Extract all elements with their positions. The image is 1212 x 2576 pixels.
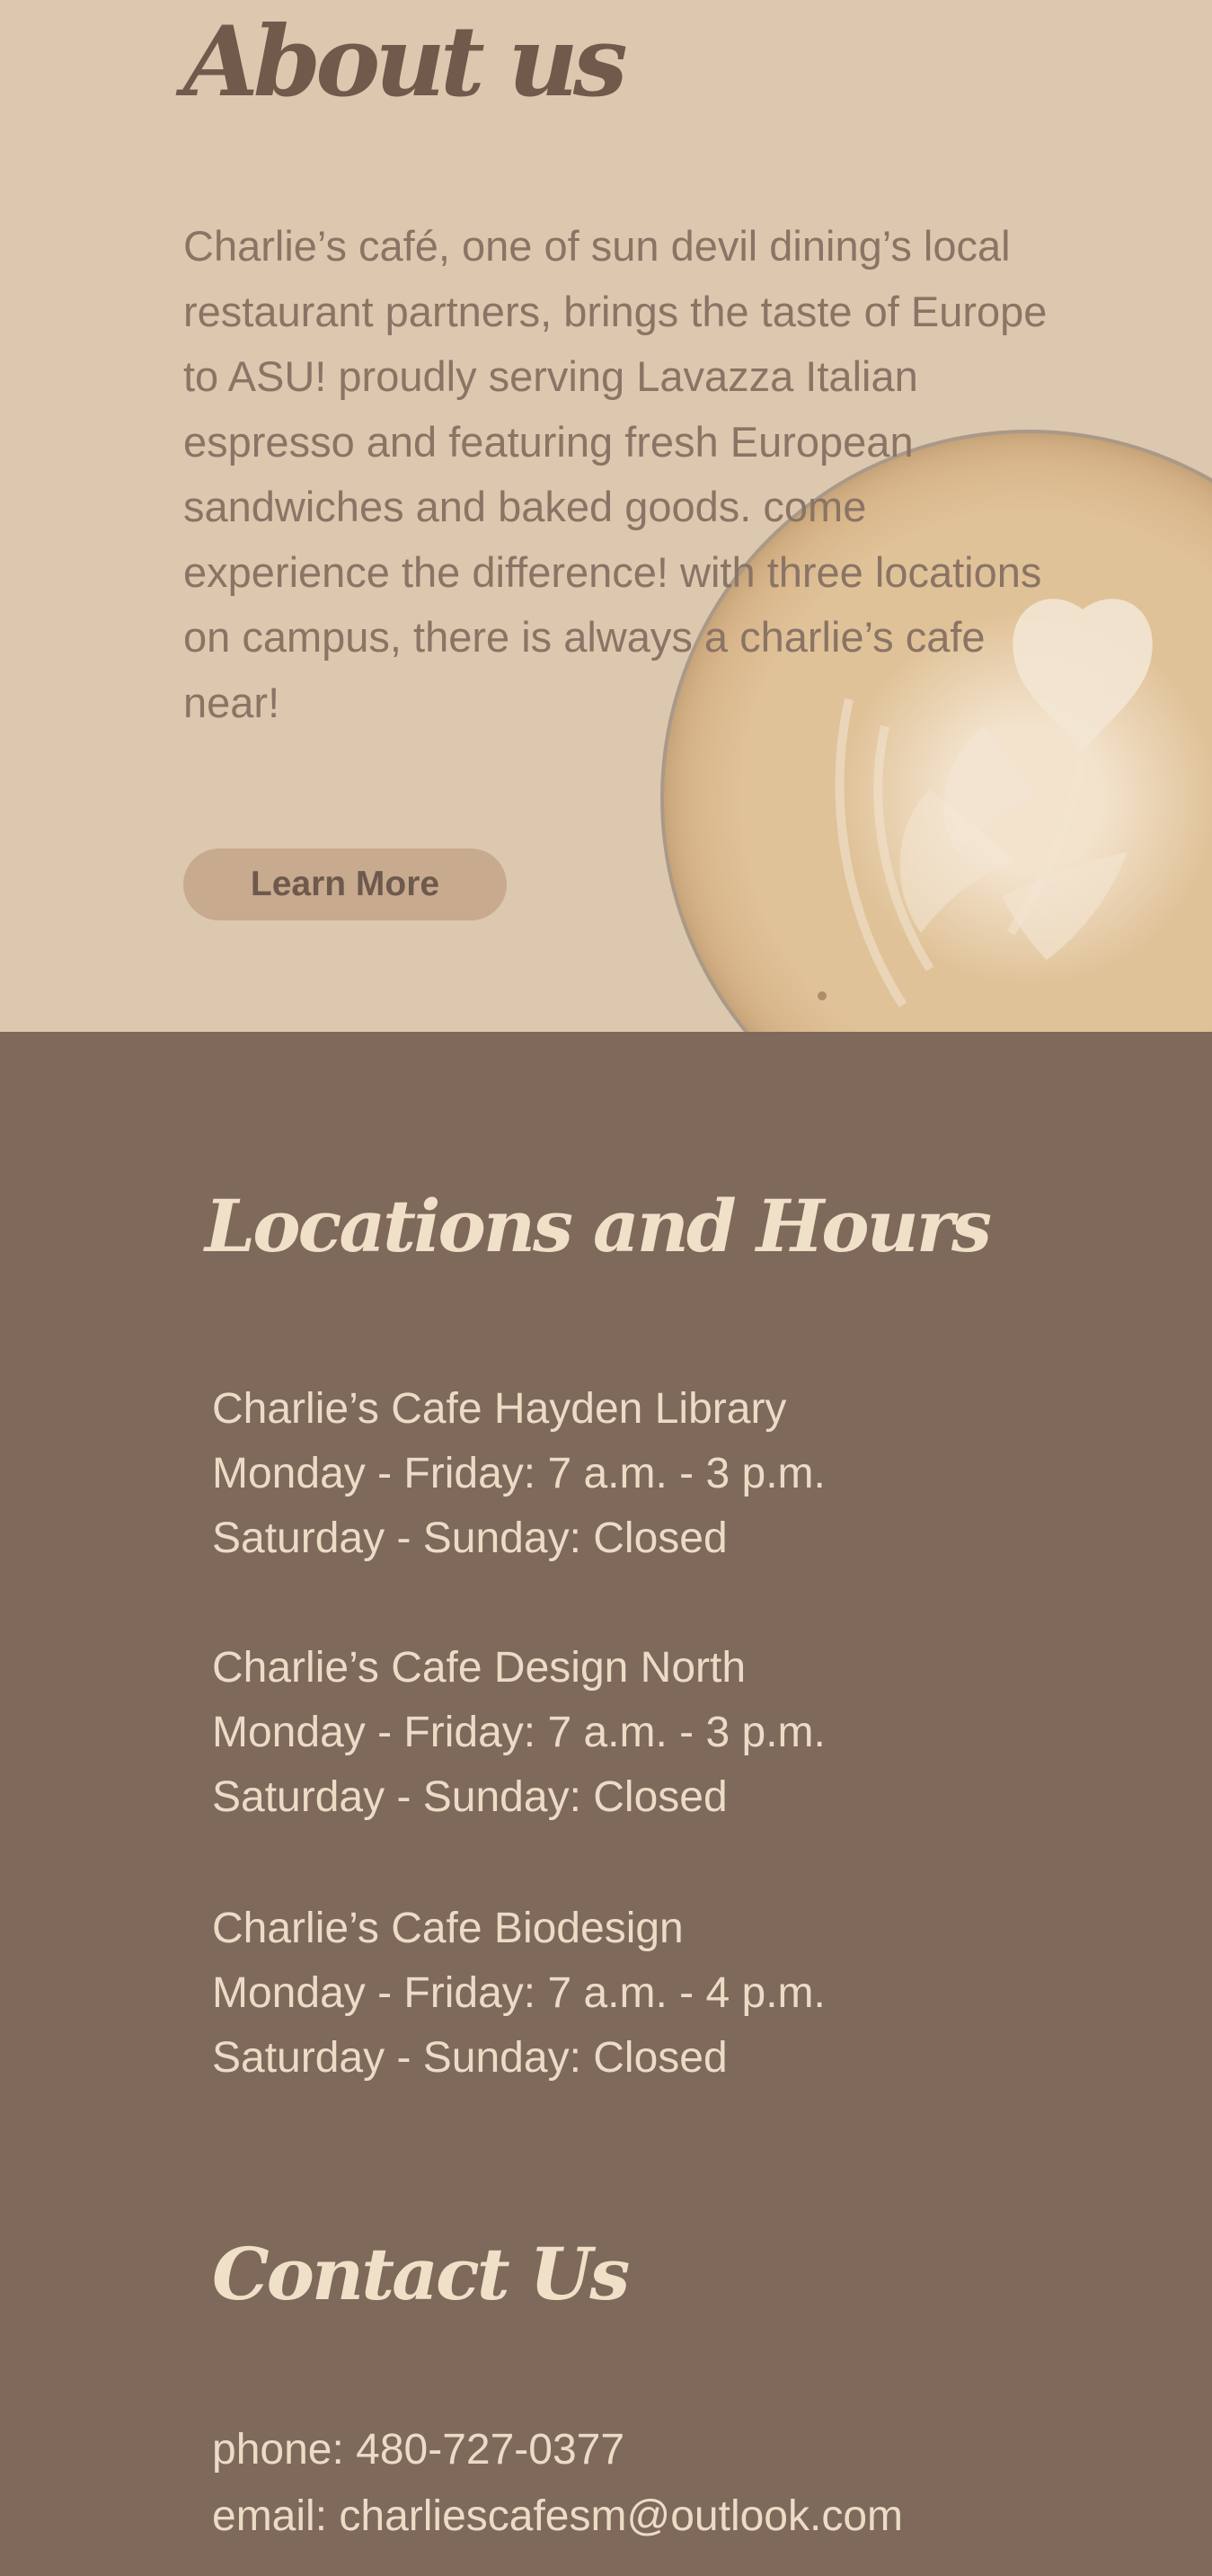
location-item: Charlie’s Cafe Hayden Library Monday - F… xyxy=(212,1377,826,1571)
location-name: Charlie’s Cafe Hayden Library xyxy=(212,1385,787,1433)
location-weekday-hours: Monday - Friday: 7 a.m. - 3 p.m. xyxy=(212,1450,826,1497)
learn-more-button[interactable]: Learn More xyxy=(183,848,507,920)
location-item: Charlie’s Cafe Design North Monday - Fri… xyxy=(212,1636,826,1830)
locations-title: Locations and Hours xyxy=(205,1184,992,1268)
location-name: Charlie’s Cafe Biodesign xyxy=(212,1905,684,1952)
location-weekday-hours: Monday - Friday: 7 a.m. - 4 p.m. xyxy=(212,1969,826,2017)
location-weekday-hours: Monday - Friday: 7 a.m. - 3 p.m. xyxy=(212,1709,826,1756)
location-name: Charlie’s Cafe Design North xyxy=(212,1644,747,1692)
location-weekend-hours: Saturday - Sunday: Closed xyxy=(212,1515,728,1562)
location-item: Charlie’s Cafe Biodesign Monday - Friday… xyxy=(212,1896,826,2091)
location-weekend-hours: Saturday - Sunday: Closed xyxy=(212,2034,728,2082)
location-weekend-hours: Saturday - Sunday: Closed xyxy=(212,1773,728,1821)
contact-email[interactable]: email: charliescafesm@outlook.com xyxy=(212,2484,903,2549)
about-title: About us xyxy=(183,5,628,119)
about-description: Charlie’s café, one of sun devil dining’… xyxy=(183,222,1048,726)
contact-title: Contact Us xyxy=(212,2232,630,2316)
about-section: About us Charlie’s café, one of sun devi… xyxy=(0,0,1212,1032)
contact-phone[interactable]: phone: 480-727-0377 xyxy=(212,2418,624,2483)
